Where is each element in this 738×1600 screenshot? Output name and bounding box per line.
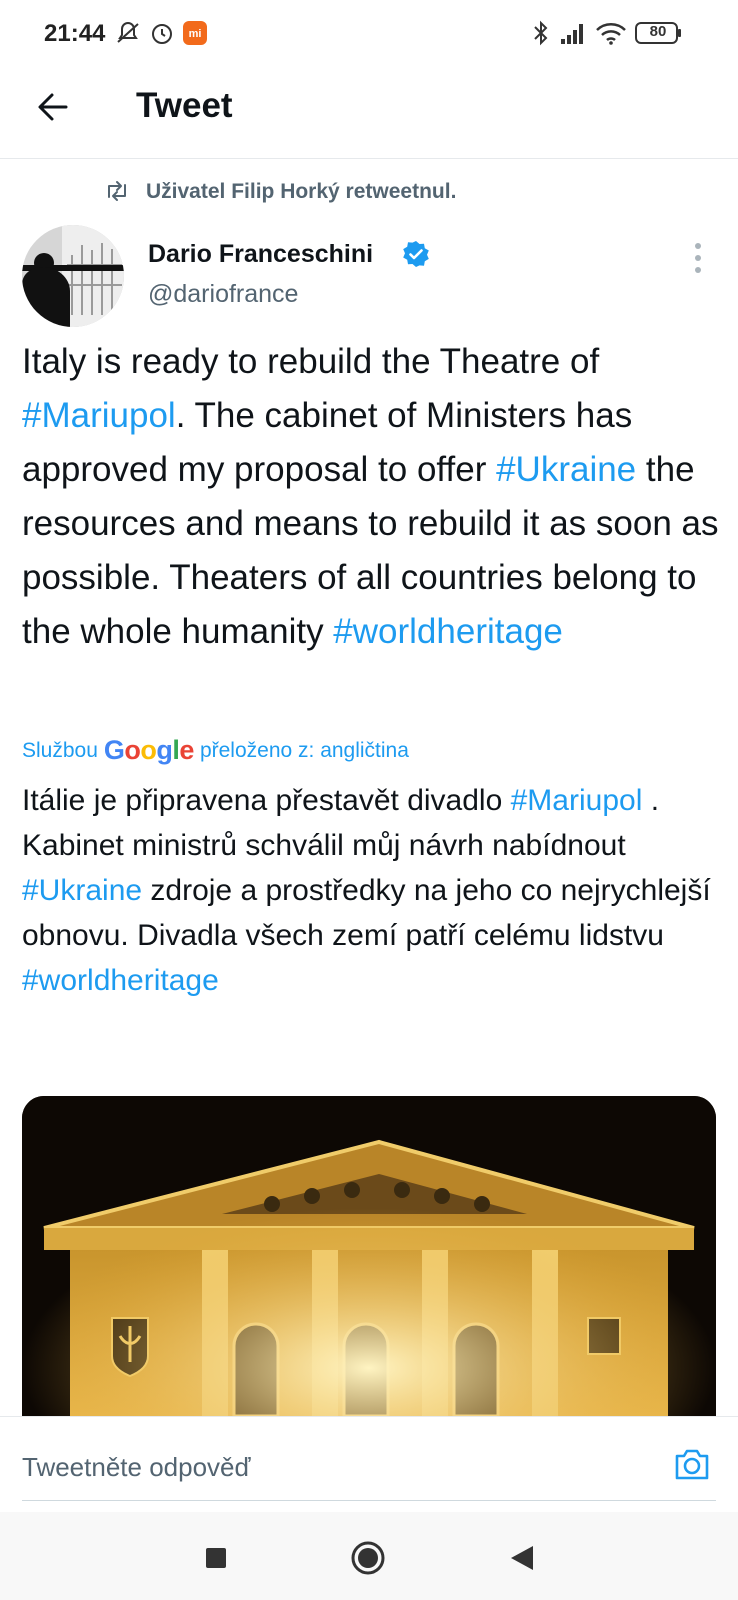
svg-text:mi: mi bbox=[189, 28, 202, 40]
tweet-image[interactable] bbox=[22, 1096, 716, 1416]
arrow-left-icon bbox=[38, 93, 68, 121]
square-icon bbox=[206, 1548, 226, 1568]
translated-text: Itálie je připravena přestavět divadlo #… bbox=[22, 778, 722, 1003]
retweet-icon bbox=[104, 178, 130, 204]
author-handle[interactable]: @dariofrance bbox=[148, 280, 298, 309]
translation-attribution[interactable]: Službou Google přeloženo z: angličtina bbox=[22, 735, 409, 766]
translated-text-part: Itálie je připravena přestavět divadlo bbox=[22, 784, 511, 817]
translation-prefix: Službou bbox=[22, 738, 98, 762]
circle-icon bbox=[351, 1541, 385, 1575]
camera-button[interactable] bbox=[672, 1444, 712, 1484]
hashtag-link[interactable]: #worldheritage bbox=[333, 612, 563, 651]
header bbox=[0, 66, 738, 159]
hashtag-link[interactable]: #worldheritage bbox=[22, 964, 219, 997]
signal-icon bbox=[558, 20, 588, 46]
mute-icon bbox=[114, 20, 142, 46]
reply-divider bbox=[22, 1500, 716, 1501]
alarm-icon bbox=[148, 20, 176, 46]
back-button[interactable] bbox=[30, 84, 76, 130]
page-title: Tweet bbox=[136, 86, 233, 125]
avatar[interactable] bbox=[22, 225, 124, 327]
home-button[interactable] bbox=[348, 1538, 388, 1578]
tweet-text-part: Italy is ready to rebuild the Theatre of bbox=[22, 342, 600, 381]
verified-badge-icon bbox=[402, 240, 430, 268]
retweet-label[interactable]: Uživatel Filip Horký retweetnul. bbox=[146, 180, 456, 204]
author-name[interactable]: Dario Franceschini bbox=[148, 240, 373, 269]
wifi-icon bbox=[594, 20, 628, 46]
more-options-button[interactable] bbox=[686, 240, 710, 276]
bluetooth-icon bbox=[530, 20, 552, 46]
tweet-text: Italy is ready to rebuild the Theatre of… bbox=[22, 335, 722, 659]
hashtag-link[interactable]: #Mariupol bbox=[511, 784, 643, 817]
hashtag-link[interactable]: #Mariupol bbox=[22, 396, 176, 435]
back-nav-button[interactable] bbox=[502, 1538, 542, 1578]
triangle-back-icon bbox=[511, 1546, 533, 1570]
hashtag-link[interactable]: #Ukraine bbox=[22, 874, 142, 907]
google-logo: Google bbox=[103, 735, 195, 765]
reply-input[interactable]: Tweetněte odpověď bbox=[22, 1452, 250, 1483]
battery-level: 80 bbox=[649, 23, 667, 40]
mi-app-icon: mi bbox=[182, 20, 208, 46]
status-time: 21:44 bbox=[44, 20, 106, 47]
hashtag-link[interactable]: #Ukraine bbox=[496, 450, 636, 489]
camera-icon bbox=[675, 1449, 709, 1480]
recents-button[interactable] bbox=[196, 1538, 236, 1578]
translation-source: přeloženo z: angličtina bbox=[199, 738, 409, 762]
more-vertical-icon bbox=[695, 243, 701, 273]
